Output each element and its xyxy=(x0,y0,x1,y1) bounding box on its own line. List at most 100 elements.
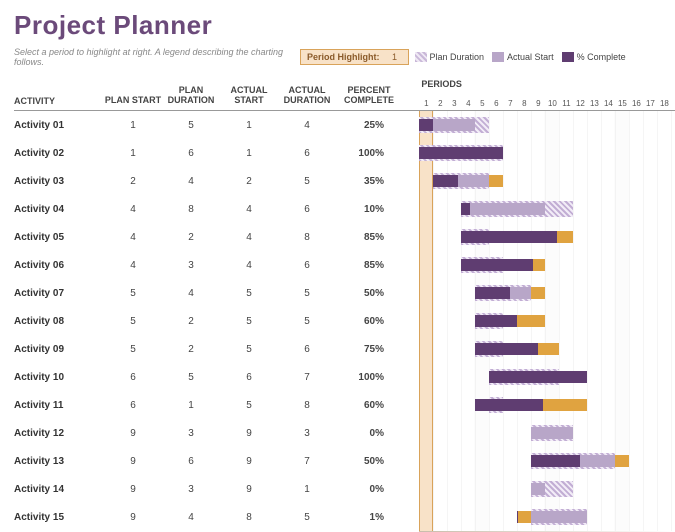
table-row[interactable]: Activity 1293930% xyxy=(14,419,419,447)
cell-percent[interactable]: 60% xyxy=(336,400,402,411)
cell-actual-start[interactable]: 8 xyxy=(220,512,278,523)
cell-plan-dur[interactable]: 1 xyxy=(162,400,220,411)
cell-plan-dur[interactable]: 3 xyxy=(162,484,220,495)
cell-actual-dur[interactable]: 6 xyxy=(278,148,336,159)
table-row[interactable]: Activity 07545550% xyxy=(14,279,419,307)
cell-plan-dur[interactable]: 3 xyxy=(162,260,220,271)
period-highlight-value[interactable]: 1 xyxy=(388,52,402,62)
cell-actual-dur[interactable]: 5 xyxy=(278,316,336,327)
cell-actual-start[interactable]: 5 xyxy=(220,316,278,327)
cell-actual-start[interactable]: 9 xyxy=(220,428,278,439)
table-row[interactable]: Activity 03242535% xyxy=(14,167,419,195)
cell-plan-dur[interactable]: 8 xyxy=(162,204,220,215)
cell-percent[interactable]: 35% xyxy=(336,176,402,187)
cell-actual-dur[interactable]: 7 xyxy=(278,456,336,467)
cell-percent[interactable]: 60% xyxy=(336,316,402,327)
cell-actual-start[interactable]: 9 xyxy=(220,456,278,467)
legend-complete-label: % Complete xyxy=(577,52,626,62)
cell-plan-start[interactable]: 5 xyxy=(104,288,162,299)
cell-plan-start[interactable]: 9 xyxy=(104,484,162,495)
cell-plan-start[interactable]: 9 xyxy=(104,512,162,523)
cell-plan-dur[interactable]: 6 xyxy=(162,456,220,467)
cell-plan-start[interactable]: 2 xyxy=(104,176,162,187)
cell-actual-start[interactable]: 2 xyxy=(220,176,278,187)
cell-plan-start[interactable]: 6 xyxy=(104,400,162,411)
table-row[interactable]: Activity 11615860% xyxy=(14,391,419,419)
cell-actual-dur[interactable]: 6 xyxy=(278,204,336,215)
cell-actual-dur[interactable]: 5 xyxy=(278,176,336,187)
table-row[interactable]: Activity 1493910% xyxy=(14,475,419,503)
table-row[interactable]: Activity 09525675% xyxy=(14,335,419,363)
cell-actual-dur[interactable]: 4 xyxy=(278,120,336,131)
period-tick: 12 xyxy=(573,99,587,108)
cell-actual-dur[interactable]: 8 xyxy=(278,400,336,411)
cell-plan-dur[interactable]: 4 xyxy=(162,176,220,187)
cell-plan-dur[interactable]: 2 xyxy=(162,316,220,327)
cell-plan-start[interactable]: 9 xyxy=(104,456,162,467)
cell-activity: Activity 15 xyxy=(14,512,104,523)
cell-actual-start[interactable]: 5 xyxy=(220,288,278,299)
cell-plan-dur[interactable]: 3 xyxy=(162,428,220,439)
table-row[interactable]: Activity 021616100% xyxy=(14,139,419,167)
top-row: Select a period to highlight at right. A… xyxy=(14,47,675,67)
cell-percent[interactable]: 85% xyxy=(336,260,402,271)
cell-plan-dur[interactable]: 5 xyxy=(162,120,220,131)
cell-actual-start[interactable]: 9 xyxy=(220,484,278,495)
cell-plan-dur[interactable]: 6 xyxy=(162,148,220,159)
cell-actual-start[interactable]: 4 xyxy=(220,204,278,215)
table-row[interactable]: Activity 01151425% xyxy=(14,111,419,139)
gantt-row xyxy=(419,503,675,531)
cell-plan-start[interactable]: 5 xyxy=(104,316,162,327)
gantt-row xyxy=(419,447,675,475)
cell-plan-start[interactable]: 6 xyxy=(104,372,162,383)
cell-actual-start[interactable]: 1 xyxy=(220,148,278,159)
cell-actual-dur[interactable]: 5 xyxy=(278,288,336,299)
cell-plan-start[interactable]: 4 xyxy=(104,260,162,271)
cell-actual-start[interactable]: 5 xyxy=(220,344,278,355)
cell-plan-dur[interactable]: 2 xyxy=(162,344,220,355)
cell-percent[interactable]: 100% xyxy=(336,148,402,159)
period-highlight-box[interactable]: Period Highlight: 1 xyxy=(300,49,409,65)
table-row[interactable]: Activity 1594851% xyxy=(14,503,419,531)
table-row[interactable]: Activity 13969750% xyxy=(14,447,419,475)
cell-actual-dur[interactable]: 7 xyxy=(278,372,336,383)
cell-actual-start[interactable]: 4 xyxy=(220,260,278,271)
cell-actual-dur[interactable]: 8 xyxy=(278,232,336,243)
cell-percent[interactable]: 25% xyxy=(336,120,402,131)
cell-actual-start[interactable]: 5 xyxy=(220,400,278,411)
cell-percent[interactable]: 0% xyxy=(336,428,402,439)
cell-plan-start[interactable]: 4 xyxy=(104,204,162,215)
cell-percent[interactable]: 50% xyxy=(336,456,402,467)
table-row[interactable]: Activity 05424885% xyxy=(14,223,419,251)
cell-actual-start[interactable]: 4 xyxy=(220,232,278,243)
cell-activity: Activity 10 xyxy=(14,372,104,383)
cell-plan-start[interactable]: 5 xyxy=(104,344,162,355)
table-row[interactable]: Activity 06434685% xyxy=(14,251,419,279)
cell-plan-dur[interactable]: 4 xyxy=(162,288,220,299)
cell-actual-dur[interactable]: 6 xyxy=(278,344,336,355)
cell-plan-dur[interactable]: 2 xyxy=(162,232,220,243)
cell-plan-start[interactable]: 1 xyxy=(104,148,162,159)
cell-actual-dur[interactable]: 3 xyxy=(278,428,336,439)
cell-plan-start[interactable]: 4 xyxy=(104,232,162,243)
cell-percent[interactable]: 0% xyxy=(336,484,402,495)
cell-percent[interactable]: 100% xyxy=(336,372,402,383)
cell-actual-start[interactable]: 6 xyxy=(220,372,278,383)
cell-actual-dur[interactable]: 6 xyxy=(278,260,336,271)
table-row[interactable]: Activity 08525560% xyxy=(14,307,419,335)
table-row[interactable]: Activity 106567100% xyxy=(14,363,419,391)
cell-percent[interactable]: 10% xyxy=(336,204,402,215)
cell-percent[interactable]: 1% xyxy=(336,512,402,523)
table-row[interactable]: Activity 04484610% xyxy=(14,195,419,223)
cell-percent[interactable]: 85% xyxy=(336,232,402,243)
cell-actual-dur[interactable]: 5 xyxy=(278,512,336,523)
cell-percent[interactable]: 50% xyxy=(336,288,402,299)
cell-plan-start[interactable]: 9 xyxy=(104,428,162,439)
cell-plan-dur[interactable]: 5 xyxy=(162,372,220,383)
swatch-complete-icon xyxy=(562,52,574,62)
cell-plan-start[interactable]: 1 xyxy=(104,120,162,131)
cell-actual-start[interactable]: 1 xyxy=(220,120,278,131)
cell-percent[interactable]: 75% xyxy=(336,344,402,355)
cell-actual-dur[interactable]: 1 xyxy=(278,484,336,495)
cell-plan-dur[interactable]: 4 xyxy=(162,512,220,523)
